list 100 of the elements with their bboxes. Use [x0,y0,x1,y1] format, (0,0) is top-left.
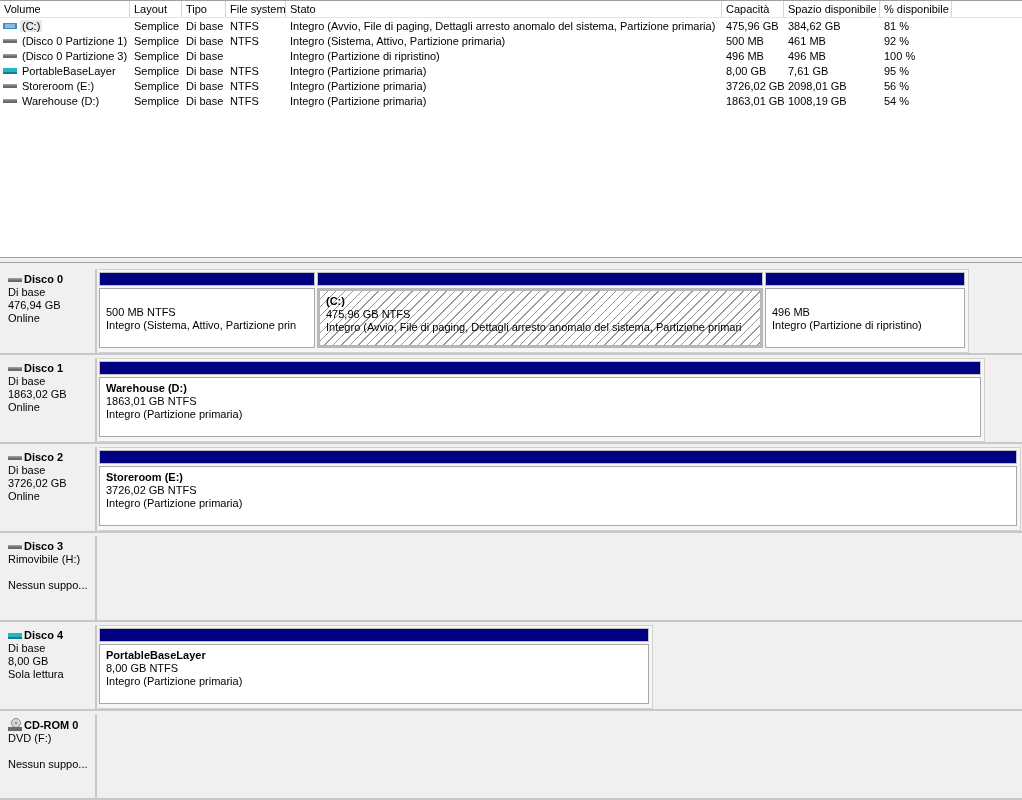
partition-name: Warehouse (D:) [106,382,188,395]
disk-status: Online [8,401,41,414]
disk-type: Di base [8,375,47,388]
table-cell: 461 MB [788,34,826,47]
table-cell: 7,61 GB [788,64,829,77]
disk-type: Di base [8,286,47,299]
table-cell: 81 % [884,19,910,32]
partition-name: PortableBaseLayer [106,649,207,662]
column-header[interactable]: Stato [286,1,722,17]
column-header[interactable]: Spazio disponibile [784,1,880,17]
table-cell: Di base [186,34,224,47]
disk-type: Di base [8,642,47,655]
partition-size: 8,00 GB NTFS [106,662,180,675]
table-cell: Di base [186,49,224,62]
table-cell: Semplice [134,94,180,107]
disk-status: Online [8,490,41,503]
disk-status: Online [8,312,41,325]
drive-icon [3,66,17,75]
table-cell: NTFS [230,94,259,107]
drive-label[interactable]: (Disco 0 Partizione 1) [20,34,130,47]
column-header[interactable]: File system [226,1,286,17]
partition-name: Storeroom (E:) [106,471,184,484]
table-cell: Integro (Avvio, File di paging, Dettagli arresto anomalo del sistema, Partizione primaria) [290,19,716,32]
table-cell: Di base [186,19,224,32]
column-header[interactable]: Layout [130,1,182,17]
disk-name: Disco 3 [24,540,64,553]
table-cell: 95 % [884,64,910,77]
table-cell: NTFS [230,34,259,47]
disk-name: CD-ROM 0 [24,718,79,732]
table-cell: 496 MB [788,49,826,62]
table-cell: 384,62 GB [788,19,841,32]
drive-icon [3,21,17,30]
drive-label[interactable]: PortableBaseLayer [20,64,118,77]
drive-icon [8,631,22,640]
table-cell: 475,96 GB [726,19,779,32]
table-cell: Semplice [134,79,180,92]
partition-block[interactable]: (C:) 475,96 GB NTFS Integro (Avvio, File di paging, Dettagli arresto anomalo del sistema, Partizione primari [317,288,763,348]
table-cell: Semplice [134,64,180,77]
partition-status: Integro (Partizione primaria) [106,408,244,421]
disk-type: Rimovibile (H:) [8,553,82,566]
table-cell: Di base [186,94,224,107]
column-header[interactable]: % disponibile [880,1,952,17]
table-cell: Di base [186,79,224,92]
partition-size: 496 MB [772,306,811,319]
table-cell: NTFS [230,64,259,77]
table-cell: 3726,02 GB [726,79,785,92]
drive-label[interactable]: Storeroom (E:) [20,79,97,92]
partition-name: (C:) [326,295,346,308]
table-cell: Semplice [134,19,180,32]
table-cell: Semplice [134,34,180,47]
partition-block[interactable]: 500 MB NTFS Integro (Sistema, Attivo, Partizione prin [99,288,315,348]
drive-label[interactable]: Warehouse (D:) [20,94,102,107]
drive-label[interactable]: (C:) [20,19,43,32]
table-cell: 496 MB [726,49,764,62]
table-cell: Di base [186,64,224,77]
disk-name: Disco 2 [24,451,64,464]
partition-status: Integro (Sistema, Attivo, Partizione prin [106,319,298,332]
table-cell: Integro (Partizione primaria) [290,94,427,107]
partition-block[interactable]: 496 MB Integro (Partizione di ripristino) [765,288,965,348]
table-cell: 92 % [884,34,910,47]
table-cell: Integro (Partizione primaria) [290,64,427,77]
table-cell: 1008,19 GB [788,94,847,107]
disk-name: Disco 0 [24,273,64,286]
partition-size: 500 MB NTFS [106,306,177,319]
disk-name: Disco 1 [24,362,64,375]
partition-block[interactable]: Storeroom (E:) 3726,02 GB NTFS Integro (Partizione primaria) [99,466,1017,526]
column-header[interactable]: Capacità [722,1,784,17]
disk-status: Nessun suppo... [8,579,89,592]
drive-label[interactable]: (Disco 0 Partizione 3) [20,49,130,62]
partition-block[interactable]: Warehouse (D:) 1863,01 GB NTFS Integro (Partizione primaria) [99,377,981,437]
column-header[interactable]: Volume [0,1,130,17]
partition-status: Integro (Partizione primaria) [106,675,244,688]
partition-size: 3726,02 GB NTFS [106,484,198,497]
disk-size: 1863,02 GB [8,388,68,401]
disk-type: Di base [8,464,47,477]
table-cell: Integro (Sistema, Attivo, Partizione primaria) [290,34,506,47]
table-cell: 1863,01 GB [726,94,785,107]
optical-drive-icon [8,718,22,732]
partition-size: 1863,01 GB NTFS [106,395,198,408]
partition-block[interactable]: PortableBaseLayer 8,00 GB NTFS Integro (Partizione primaria) [99,644,649,704]
disk-size: 476,94 GB [8,299,62,312]
disk-status: Sola lettura [8,668,65,681]
table-cell: 56 % [884,79,910,92]
table-cell: Integro (Partizione primaria) [290,79,427,92]
disk-name: Disco 4 [24,629,64,642]
table-cell: 8,00 GB [726,64,767,77]
table-cell: 54 % [884,94,910,107]
disk-size: 8,00 GB [8,655,50,668]
partition-status: Integro (Avvio, File di paging, Dettagli arresto anomalo del sistema, Partizione primari [326,321,743,334]
disk-status: Nessun suppo... [8,758,89,771]
partition-status: Integro (Partizione primaria) [106,497,244,510]
partition-status: Integro (Partizione di ripristino) [772,319,923,332]
column-header[interactable]: Tipo [182,1,226,17]
table-cell: NTFS [230,19,259,32]
table-cell: Integro (Partizione di ripristino) [290,49,440,62]
table-cell: NTFS [230,79,259,92]
table-cell: 500 MB [726,34,764,47]
partition-size: 475,96 GB NTFS [326,308,412,321]
disk-size: 3726,02 GB [8,477,68,490]
table-cell: 2098,01 GB [788,79,847,92]
